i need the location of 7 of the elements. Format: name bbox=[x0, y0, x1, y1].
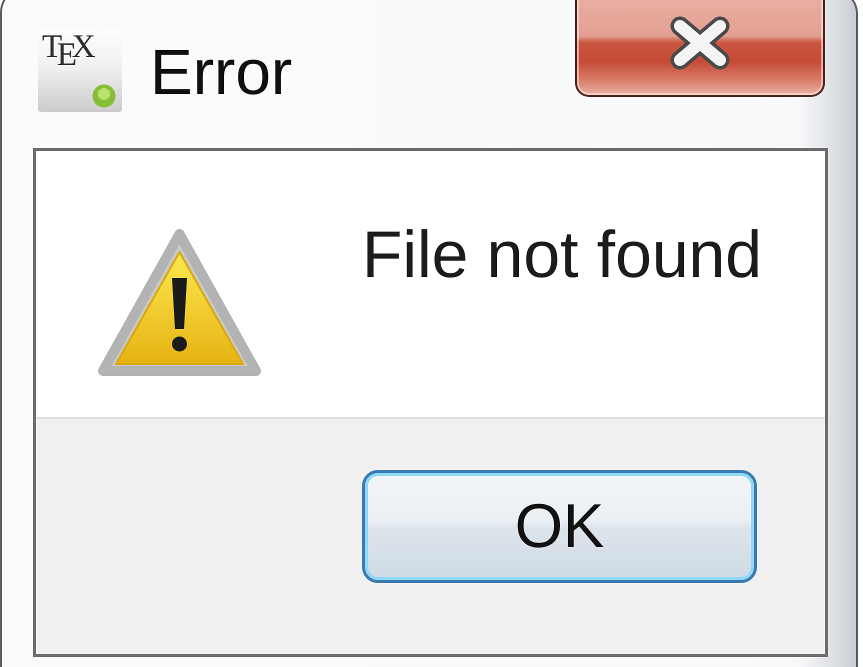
ok-button[interactable]: OK bbox=[362, 470, 757, 583]
message-text: File not found bbox=[362, 221, 762, 287]
badge-dot-icon bbox=[92, 84, 116, 108]
close-button[interactable] bbox=[575, 0, 825, 97]
window-title: Error bbox=[150, 40, 292, 104]
close-icon bbox=[668, 16, 732, 70]
warning-icon bbox=[97, 228, 262, 378]
